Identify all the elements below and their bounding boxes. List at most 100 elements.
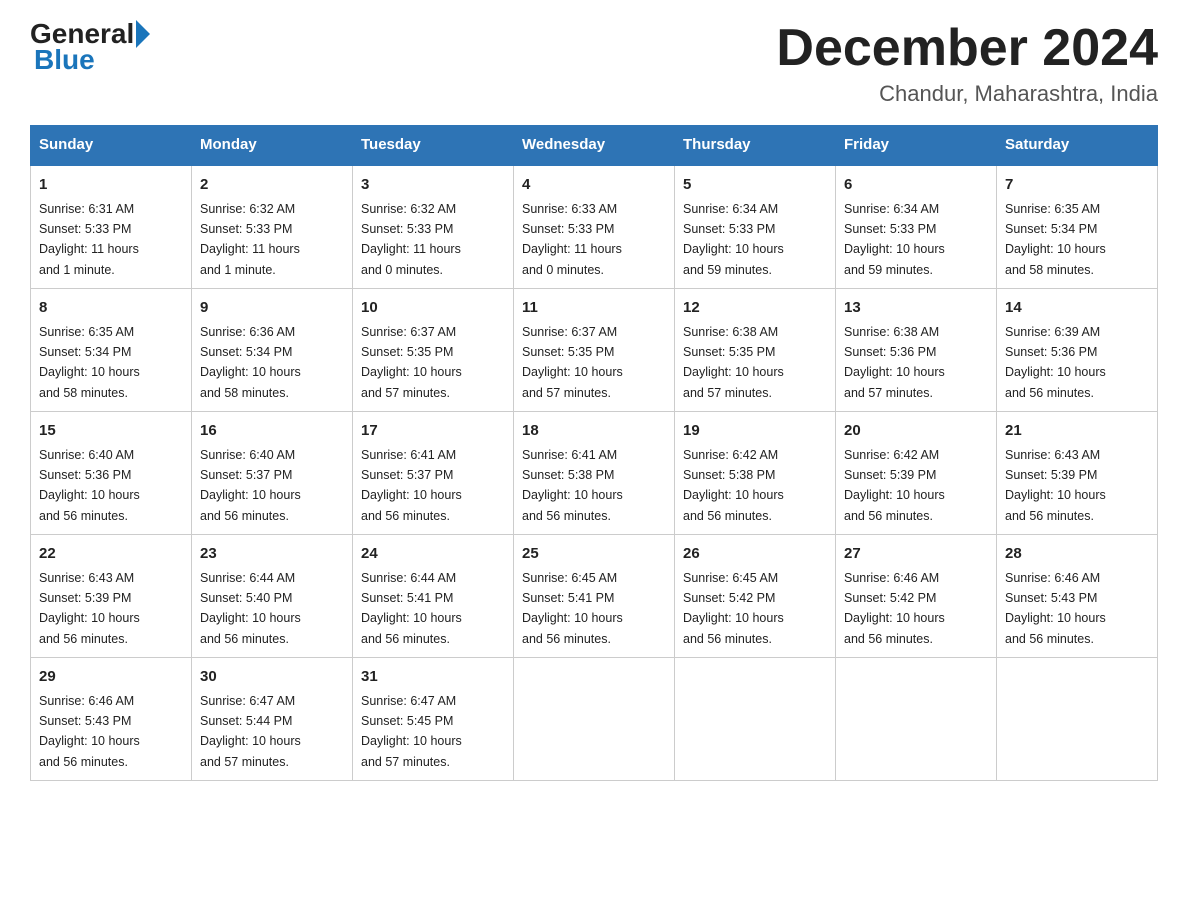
- calendar-week-row: 15Sunrise: 6:40 AM Sunset: 5:36 PM Dayli…: [31, 412, 1158, 535]
- day-number: 18: [522, 420, 666, 443]
- day-number: 11: [522, 297, 666, 320]
- day-info: Sunrise: 6:40 AM Sunset: 5:37 PM Dayligh…: [200, 448, 301, 523]
- calendar-week-row: 22Sunrise: 6:43 AM Sunset: 5:39 PM Dayli…: [31, 535, 1158, 658]
- calendar-cell: 22Sunrise: 6:43 AM Sunset: 5:39 PM Dayli…: [31, 535, 192, 658]
- day-number: 4: [522, 174, 666, 197]
- header-tuesday: Tuesday: [353, 126, 514, 165]
- calendar-cell: 9 Sunrise: 6:36 AM Sunset: 5:34 PM Daylig…: [192, 289, 353, 412]
- calendar-cell: 20 Sunrise: 6:42 AM Sunset: 5:39 PM Dayli…: [836, 412, 997, 535]
- day-number: 5: [683, 174, 827, 197]
- calendar-cell: [675, 658, 836, 781]
- day-number: 25: [522, 543, 666, 566]
- logo: General Blue: [30, 20, 152, 76]
- calendar-cell: 6 Sunrise: 6:34 AM Sunset: 5:33 PM Daylig…: [836, 165, 997, 289]
- day-info: Sunrise: 6:35 AM Sunset: 5:34 PM Dayligh…: [1005, 202, 1106, 277]
- day-number: 23: [200, 543, 344, 566]
- day-number: 27: [844, 543, 988, 566]
- calendar-cell: 30 Sunrise: 6:47 AM Sunset: 5:44 PM Dayli…: [192, 658, 353, 781]
- day-number: 2: [200, 174, 344, 197]
- day-info: Sunrise: 6:38 AM Sunset: 5:35 PM Dayligh…: [683, 325, 784, 400]
- day-info: Sunrise: 6:36 AM Sunset: 5:34 PM Dayligh…: [200, 325, 301, 400]
- calendar-cell: 15Sunrise: 6:40 AM Sunset: 5:36 PM Dayli…: [31, 412, 192, 535]
- day-info: Sunrise: 6:39 AM Sunset: 5:36 PM Dayligh…: [1005, 325, 1106, 400]
- day-info: Sunrise: 6:42 AM Sunset: 5:39 PM Dayligh…: [844, 448, 945, 523]
- day-info: Sunrise: 6:33 AM Sunset: 5:33 PM Dayligh…: [522, 202, 622, 277]
- calendar-cell: 26 Sunrise: 6:45 AM Sunset: 5:42 PM Dayli…: [675, 535, 836, 658]
- page-header: General Blue December 2024 Chandur, Maha…: [30, 20, 1158, 107]
- day-number: 24: [361, 543, 505, 566]
- day-number: 21: [1005, 420, 1149, 443]
- title-block: December 2024 Chandur, Maharashtra, Indi…: [776, 20, 1158, 107]
- day-info: Sunrise: 6:38 AM Sunset: 5:36 PM Dayligh…: [844, 325, 945, 400]
- day-number: 16: [200, 420, 344, 443]
- day-number: 6: [844, 174, 988, 197]
- calendar-cell: 1 Sunrise: 6:31 AM Sunset: 5:33 PM Daylig…: [31, 165, 192, 289]
- day-info: Sunrise: 6:44 AM Sunset: 5:40 PM Dayligh…: [200, 571, 301, 646]
- calendar-cell: 8 Sunrise: 6:35 AM Sunset: 5:34 PM Daylig…: [31, 289, 192, 412]
- logo-blue-text: Blue: [34, 44, 95, 76]
- location-subtitle: Chandur, Maharashtra, India: [776, 81, 1158, 107]
- day-number: 26: [683, 543, 827, 566]
- logo-arrow-icon: [136, 20, 150, 48]
- calendar-cell: 7 Sunrise: 6:35 AM Sunset: 5:34 PM Daylig…: [997, 165, 1158, 289]
- calendar-cell: 31 Sunrise: 6:47 AM Sunset: 5:45 PM Dayli…: [353, 658, 514, 781]
- calendar-cell: [997, 658, 1158, 781]
- day-number: 9: [200, 297, 344, 320]
- calendar-week-row: 1 Sunrise: 6:31 AM Sunset: 5:33 PM Daylig…: [31, 165, 1158, 289]
- calendar-cell: 11Sunrise: 6:37 AM Sunset: 5:35 PM Dayli…: [514, 289, 675, 412]
- day-info: Sunrise: 6:45 AM Sunset: 5:42 PM Dayligh…: [683, 571, 784, 646]
- day-number: 28: [1005, 543, 1149, 566]
- day-info: Sunrise: 6:43 AM Sunset: 5:39 PM Dayligh…: [1005, 448, 1106, 523]
- calendar-cell: 24 Sunrise: 6:44 AM Sunset: 5:41 PM Dayli…: [353, 535, 514, 658]
- header-friday: Friday: [836, 126, 997, 165]
- calendar-cell: 21 Sunrise: 6:43 AM Sunset: 5:39 PM Dayli…: [997, 412, 1158, 535]
- header-monday: Monday: [192, 126, 353, 165]
- calendar-cell: 12 Sunrise: 6:38 AM Sunset: 5:35 PM Dayli…: [675, 289, 836, 412]
- day-info: Sunrise: 6:46 AM Sunset: 5:42 PM Dayligh…: [844, 571, 945, 646]
- day-number: 20: [844, 420, 988, 443]
- day-number: 31: [361, 666, 505, 689]
- day-info: Sunrise: 6:46 AM Sunset: 5:43 PM Dayligh…: [1005, 571, 1106, 646]
- calendar-header-row: SundayMondayTuesdayWednesdayThursdayFrid…: [31, 126, 1158, 165]
- calendar-cell: 5Sunrise: 6:34 AM Sunset: 5:33 PM Daylig…: [675, 165, 836, 289]
- calendar-cell: 4 Sunrise: 6:33 AM Sunset: 5:33 PM Daylig…: [514, 165, 675, 289]
- calendar-cell: 17Sunrise: 6:41 AM Sunset: 5:37 PM Dayli…: [353, 412, 514, 535]
- calendar-cell: [836, 658, 997, 781]
- day-info: Sunrise: 6:40 AM Sunset: 5:36 PM Dayligh…: [39, 448, 140, 523]
- calendar-cell: 29Sunrise: 6:46 AM Sunset: 5:43 PM Dayli…: [31, 658, 192, 781]
- calendar-cell: 10Sunrise: 6:37 AM Sunset: 5:35 PM Dayli…: [353, 289, 514, 412]
- calendar-week-row: 29Sunrise: 6:46 AM Sunset: 5:43 PM Dayli…: [31, 658, 1158, 781]
- calendar-cell: 16 Sunrise: 6:40 AM Sunset: 5:37 PM Dayli…: [192, 412, 353, 535]
- calendar-table: SundayMondayTuesdayWednesdayThursdayFrid…: [30, 125, 1158, 781]
- calendar-cell: 14 Sunrise: 6:39 AM Sunset: 5:36 PM Dayli…: [997, 289, 1158, 412]
- day-info: Sunrise: 6:43 AM Sunset: 5:39 PM Dayligh…: [39, 571, 140, 646]
- day-number: 12: [683, 297, 827, 320]
- day-info: Sunrise: 6:35 AM Sunset: 5:34 PM Dayligh…: [39, 325, 140, 400]
- day-info: Sunrise: 6:44 AM Sunset: 5:41 PM Dayligh…: [361, 571, 462, 646]
- day-info: Sunrise: 6:42 AM Sunset: 5:38 PM Dayligh…: [683, 448, 784, 523]
- calendar-cell: 19Sunrise: 6:42 AM Sunset: 5:38 PM Dayli…: [675, 412, 836, 535]
- day-info: Sunrise: 6:47 AM Sunset: 5:44 PM Dayligh…: [200, 694, 301, 769]
- month-title: December 2024: [776, 20, 1158, 77]
- calendar-cell: 3Sunrise: 6:32 AM Sunset: 5:33 PM Daylig…: [353, 165, 514, 289]
- day-number: 7: [1005, 174, 1149, 197]
- day-info: Sunrise: 6:34 AM Sunset: 5:33 PM Dayligh…: [844, 202, 945, 277]
- header-sunday: Sunday: [31, 126, 192, 165]
- calendar-cell: 28 Sunrise: 6:46 AM Sunset: 5:43 PM Dayli…: [997, 535, 1158, 658]
- day-info: Sunrise: 6:41 AM Sunset: 5:38 PM Dayligh…: [522, 448, 623, 523]
- day-number: 1: [39, 174, 183, 197]
- header-saturday: Saturday: [997, 126, 1158, 165]
- day-info: Sunrise: 6:45 AM Sunset: 5:41 PM Dayligh…: [522, 571, 623, 646]
- calendar-cell: 23 Sunrise: 6:44 AM Sunset: 5:40 PM Dayli…: [192, 535, 353, 658]
- day-info: Sunrise: 6:47 AM Sunset: 5:45 PM Dayligh…: [361, 694, 462, 769]
- day-number: 14: [1005, 297, 1149, 320]
- calendar-cell: 27 Sunrise: 6:46 AM Sunset: 5:42 PM Dayli…: [836, 535, 997, 658]
- header-thursday: Thursday: [675, 126, 836, 165]
- header-wednesday: Wednesday: [514, 126, 675, 165]
- day-number: 8: [39, 297, 183, 320]
- day-info: Sunrise: 6:31 AM Sunset: 5:33 PM Dayligh…: [39, 202, 139, 277]
- day-info: Sunrise: 6:41 AM Sunset: 5:37 PM Dayligh…: [361, 448, 462, 523]
- day-number: 30: [200, 666, 344, 689]
- day-number: 13: [844, 297, 988, 320]
- calendar-week-row: 8 Sunrise: 6:35 AM Sunset: 5:34 PM Daylig…: [31, 289, 1158, 412]
